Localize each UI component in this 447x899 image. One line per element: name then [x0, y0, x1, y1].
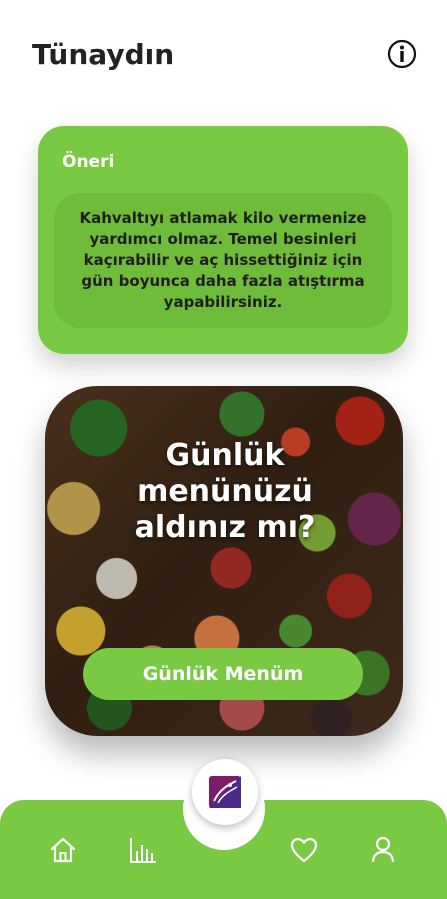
user-icon[interactable] — [368, 835, 398, 865]
tip-card: Öneri Kahvaltıyı atlamak kilo vermenize … — [38, 126, 408, 354]
chart-icon[interactable] — [128, 835, 158, 865]
daily-menu-button[interactable]: Günlük Menüm — [83, 648, 363, 700]
tip-text: Kahvaltıyı atlamak kilo vermenize yardım… — [79, 209, 367, 311]
app-logo-icon — [209, 776, 241, 808]
info-icon[interactable] — [387, 39, 417, 69]
home-icon[interactable] — [48, 835, 78, 865]
tip-body: Kahvaltıyı atlamak kilo vermenize yardım… — [54, 193, 392, 328]
daily-menu-card: Günlük menünüzü aldınız mı? Günlük Menüm — [45, 386, 403, 736]
heart-icon[interactable] — [289, 835, 319, 865]
app-logo-button[interactable] — [192, 759, 258, 825]
page-title: Tünaydın — [32, 38, 175, 71]
tip-title: Öneri — [62, 152, 115, 172]
menu-question: Günlük menünüzü aldınız mı? — [134, 438, 316, 545]
